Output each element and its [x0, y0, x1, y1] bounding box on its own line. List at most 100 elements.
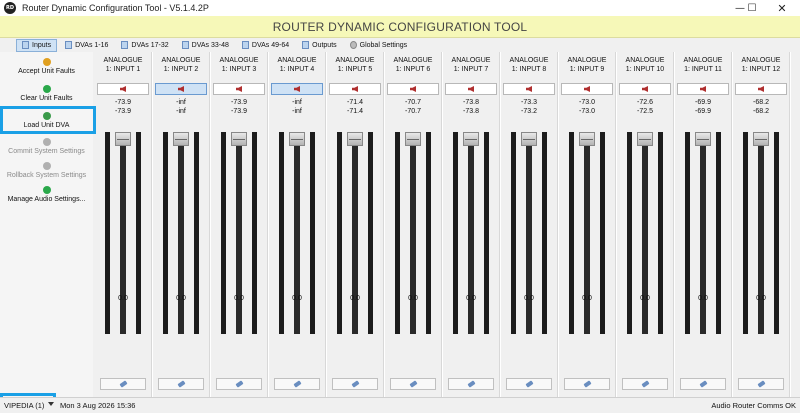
channel-label: ANALOGUE 1: INPUT 9 [559, 56, 615, 74]
close-button[interactable]: ✕ [764, 0, 800, 16]
fader-track[interactable] [700, 132, 706, 334]
fader-value: 0.0 [756, 295, 766, 302]
channel-settings-button[interactable] [158, 378, 204, 390]
sidebar-item-label: Accept Unit Faults [18, 68, 75, 75]
channel-settings-button[interactable] [216, 378, 262, 390]
level-readout-right: -73.0 [579, 108, 595, 115]
channel-settings-button[interactable] [680, 378, 726, 390]
mute-button[interactable] [735, 83, 787, 95]
fader-knob[interactable] [463, 132, 479, 146]
channel-label: ANALOGUE 1: INPUT 1 [95, 56, 151, 74]
fader-track[interactable] [236, 132, 242, 334]
level-meter-right [484, 132, 489, 334]
channel-label: ANALOGUE 1: INPUT 6 [385, 56, 441, 74]
sidebar-item-accept-unit-faults[interactable]: Accept Unit Faults [0, 58, 93, 80]
sidebar-item-manage-audio-settings[interactable]: Manage Audio Settings... [0, 186, 93, 208]
sidebar-item-clear-unit-faults[interactable]: Clear Unit Faults [0, 85, 93, 107]
level-meter-right [252, 132, 257, 334]
channel-strip: ANALOGUE 1: INPUT 7 -73.8 -73.8 0.0 [443, 52, 499, 397]
channel-type: ANALOGUE [219, 57, 259, 64]
channel-settings-button[interactable] [100, 378, 146, 390]
tab-dvas-1-16[interactable]: DVAs 1-16 [60, 39, 113, 52]
fader-knob[interactable] [695, 132, 711, 146]
fader-track[interactable] [584, 132, 590, 334]
channel-type: ANALOGUE [625, 57, 665, 64]
fader-knob[interactable] [289, 132, 305, 146]
level-readout-left: -68.2 [753, 99, 769, 106]
mute-button[interactable] [619, 83, 671, 95]
speaker-mute-icon [120, 86, 126, 92]
mute-button[interactable] [213, 83, 265, 95]
fader-knob[interactable] [347, 132, 363, 146]
channel-settings-button[interactable] [448, 378, 494, 390]
channel-type: ANALOGUE [683, 57, 723, 64]
fader-track[interactable] [758, 132, 764, 334]
chevron-down-icon[interactable] [48, 402, 54, 406]
tab-inputs[interactable]: Inputs [16, 38, 58, 52]
tab-dvas-17-32[interactable]: DVAs 17-32 [116, 39, 173, 52]
fader-track[interactable] [410, 132, 416, 334]
channel-settings-button[interactable] [622, 378, 668, 390]
tab-dvas-33-48[interactable]: DVAs 33-48 [177, 39, 234, 52]
channel-strip: ANALOGUE 1: INPUT 9 -73.0 -73.0 0.0 [559, 52, 615, 397]
fader-track[interactable] [352, 132, 358, 334]
fader-knob[interactable] [231, 132, 247, 146]
fader-knob[interactable] [405, 132, 421, 146]
channel-settings-button[interactable] [274, 378, 320, 390]
channel-settings-button[interactable] [506, 378, 552, 390]
mute-button[interactable] [503, 83, 555, 95]
mute-button[interactable] [155, 83, 207, 95]
channel-name: 1: INPUT 12 [741, 66, 781, 73]
level-readout-left: -73.3 [521, 99, 537, 106]
channel-strip: ANALOGUE 1: INPUT 2 -inf -inf 0.0 [153, 52, 209, 397]
channel-area: ANALOGUE 1: INPUT 1 -73.9 -73.9 0.0 ANALOGUE 1… [93, 52, 800, 397]
tab-dvas-49-64[interactable]: DVAs 49-64 [237, 39, 294, 52]
channel-settings-button[interactable] [332, 378, 378, 390]
mute-button[interactable] [271, 83, 323, 95]
sidebar-item-label: Rollback System Settings [6, 172, 87, 179]
fader-track[interactable] [642, 132, 648, 334]
fader-knob[interactable] [637, 132, 653, 146]
channel-settings-button[interactable] [738, 378, 784, 390]
fader-track[interactable] [294, 132, 300, 334]
gear-icon [349, 41, 357, 49]
fader-knob[interactable] [753, 132, 769, 146]
comms-status: Audio Router Comms OK [711, 401, 796, 410]
channel-label: ANALOGUE 1: INPUT 3 [211, 56, 267, 74]
unit-selector[interactable]: VIPEDIA (1) [4, 401, 44, 410]
mute-button[interactable] [387, 83, 439, 95]
channel-type: ANALOGUE [161, 57, 201, 64]
channel-type: ANALOGUE [103, 57, 143, 64]
mute-button[interactable] [561, 83, 613, 95]
tab-outputs[interactable]: Outputs [297, 39, 342, 52]
fader-track[interactable] [178, 132, 184, 334]
level-meter-right [542, 132, 547, 334]
tab-label: DVAs 1-16 [75, 41, 109, 49]
level-meter-left [685, 132, 690, 334]
channel-strip: ANALOGUE 1: INPUT 1 -73.9 -73.9 0.0 [95, 52, 151, 397]
channel-strip: ANALOGUE 1: INPUT 10 -72.6 -72.5 0.0 [617, 52, 673, 397]
channel-type: ANALOGUE [509, 57, 549, 64]
fader-value: 0.0 [350, 295, 360, 302]
fader-knob[interactable] [173, 132, 189, 146]
sidebar-item-commit-system-settings: Commit System Settings [0, 138, 93, 160]
fader-track[interactable] [526, 132, 532, 334]
channel-settings-button[interactable] [564, 378, 610, 390]
channel-strip: ANALOGUE 1: INPUT 4 -inf -inf 0.0 [269, 52, 325, 397]
maximize-button[interactable]: ☐ [738, 0, 766, 16]
tab-global-settings[interactable]: Global Settings [345, 39, 412, 52]
channel-label: ANALOGUE 1: INPUT 4 [269, 56, 325, 74]
mute-button[interactable] [445, 83, 497, 95]
mute-button[interactable] [329, 83, 381, 95]
fader-knob[interactable] [115, 132, 131, 146]
channel-name: 1: INPUT 2 [163, 66, 199, 73]
fader-knob[interactable] [521, 132, 537, 146]
mute-button[interactable] [677, 83, 729, 95]
mute-button[interactable] [97, 83, 149, 95]
fader-track[interactable] [468, 132, 474, 334]
fader-knob[interactable] [579, 132, 595, 146]
dva-page-icon [22, 41, 29, 49]
fader-track[interactable] [120, 132, 126, 334]
channel-settings-button[interactable] [390, 378, 436, 390]
level-readout-right: -73.9 [231, 108, 247, 115]
